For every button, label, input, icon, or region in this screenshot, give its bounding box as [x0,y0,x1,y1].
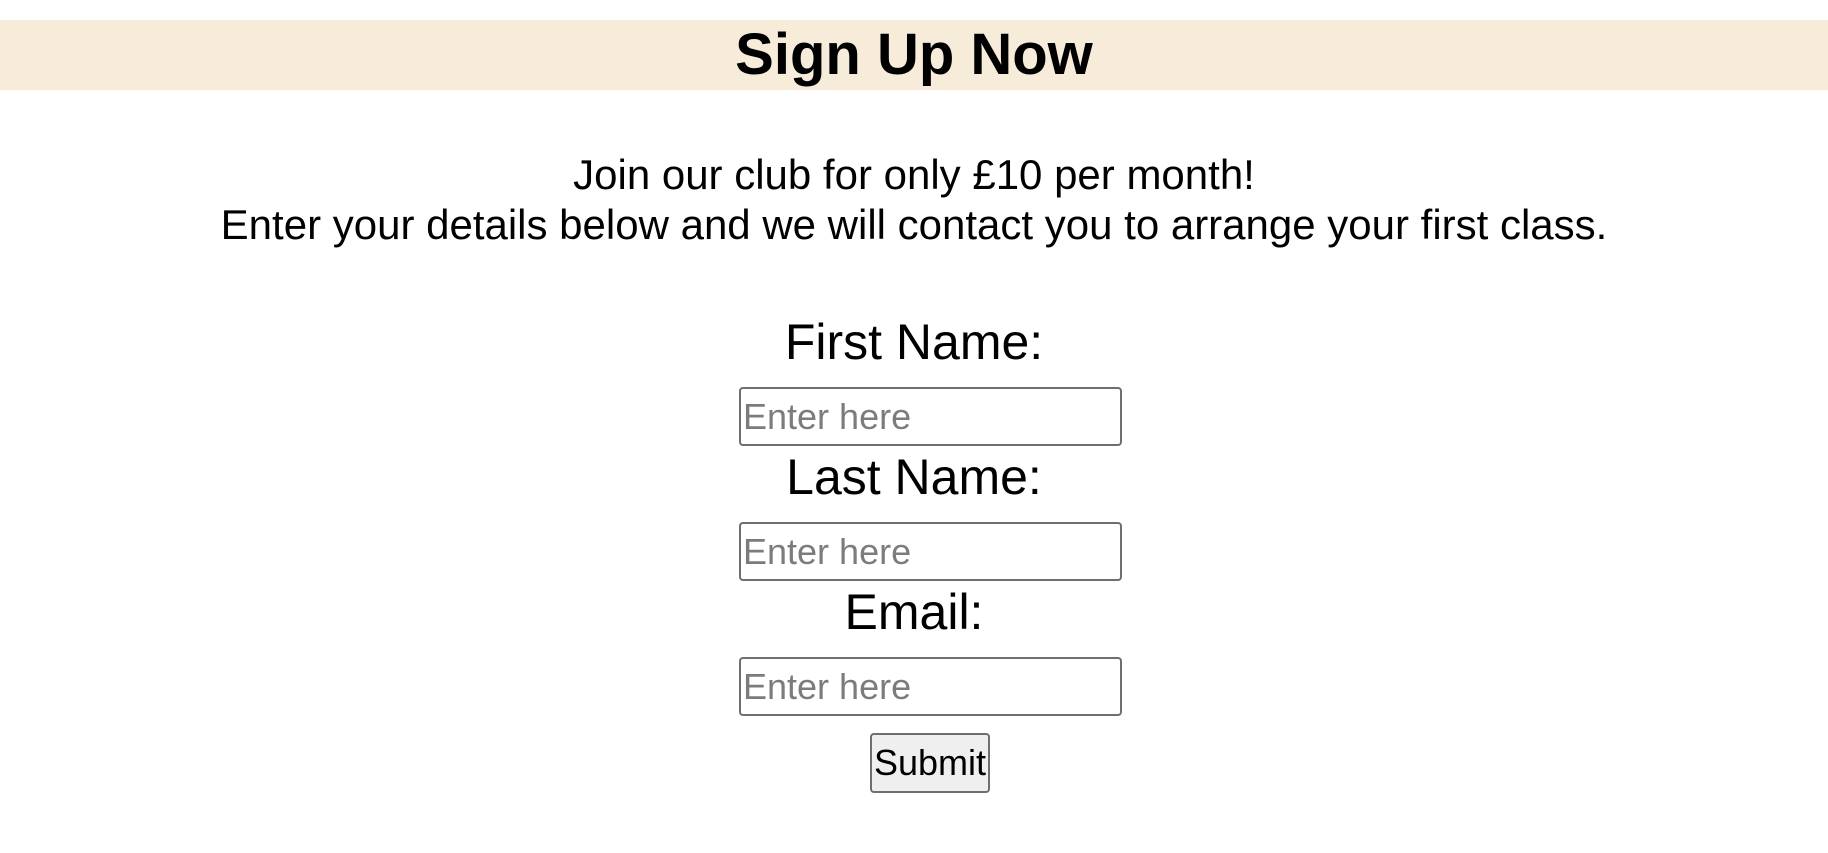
page-title: Sign Up Now [735,22,1093,87]
last-name-input[interactable] [739,522,1122,581]
intro-instructions-line: Enter your details below and we will con… [220,201,1608,248]
first-name-input[interactable] [739,387,1122,446]
email-label: Email: [844,584,984,640]
submit-button[interactable]: Submit [870,733,990,793]
page-header: Sign Up Now [0,20,1828,90]
intro-price-line: Join our club for only £10 per month! [573,151,1255,198]
intro-text: Join our club for only £10 per month! En… [0,150,1828,250]
email-input[interactable] [739,657,1122,716]
last-name-label: Last Name: [786,449,1042,505]
first-name-label: First Name: [784,314,1044,370]
